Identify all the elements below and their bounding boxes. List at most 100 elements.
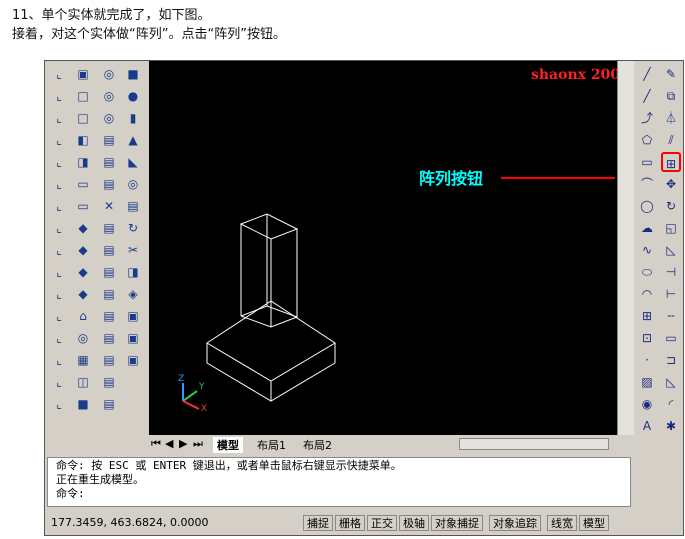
rectangle-icon[interactable]: ▭	[637, 152, 657, 172]
ucs-origin-icon[interactable]: ⌞	[49, 196, 69, 216]
ucs-apply-icon[interactable]: ⌞	[49, 328, 69, 348]
left-view-icon[interactable]: ◧	[73, 130, 93, 150]
tab-scroll-last[interactable]: ⏭	[193, 437, 203, 451]
polar-toggle[interactable]: 极轴	[399, 515, 429, 531]
imprint-icon[interactable]: ▤	[99, 306, 119, 326]
ortho-toggle[interactable]: 正交	[367, 515, 397, 531]
solid-cube-icon[interactable]: ■	[73, 394, 93, 414]
top-view-icon[interactable]: □	[73, 86, 93, 106]
section-icon[interactable]: ◨	[123, 262, 143, 282]
otrack-toggle[interactable]: 对象追踪	[489, 515, 541, 531]
torus-icon[interactable]: ◎	[123, 174, 143, 194]
bottom-view-icon[interactable]: □	[73, 108, 93, 128]
cylinder-icon[interactable]: ▮	[123, 108, 143, 128]
named-views-icon[interactable]: ▣	[73, 64, 93, 84]
copy-icon[interactable]: ⧉	[661, 86, 681, 106]
sw-iso-icon[interactable]: ◆	[73, 218, 93, 238]
tab-model[interactable]: 模型	[213, 437, 243, 453]
ucs-y-icon[interactable]: ⌞	[49, 284, 69, 304]
move-icon[interactable]: ✥	[661, 174, 681, 194]
hatch-icon[interactable]: ▨	[637, 372, 657, 392]
trim-icon[interactable]: ⊣	[661, 262, 681, 282]
camera-icon[interactable]: ⌂	[73, 306, 93, 326]
move-faces-icon[interactable]: ▤	[99, 152, 119, 172]
insert-block-icon[interactable]: ⊞	[637, 306, 657, 326]
chamfer-icon[interactable]: ◺	[661, 372, 681, 392]
rotate-faces-icon[interactable]: ▤	[99, 218, 119, 238]
revcloud-icon[interactable]: ☁	[637, 218, 657, 238]
spline-icon[interactable]: ∿	[637, 240, 657, 260]
ucs-extra-icon[interactable]: ⌞	[49, 394, 69, 414]
setup-profile-icon[interactable]: ▣	[123, 350, 143, 370]
tab-layout1[interactable]: 布局1	[253, 437, 290, 453]
mirror-icon[interactable]: ⏃	[661, 108, 681, 128]
color-faces-icon[interactable]: ▤	[99, 284, 119, 304]
array-icon[interactable]: ⊞	[661, 152, 681, 172]
mtext-icon[interactable]: A	[637, 416, 657, 436]
snap-toggle[interactable]: 捕捉	[303, 515, 333, 531]
subtract-icon[interactable]: ◎	[99, 86, 119, 106]
extrude-faces-icon[interactable]: ▤	[99, 130, 119, 150]
ucs-previous-icon[interactable]: ⌞	[49, 108, 69, 128]
horizontal-scrollbar[interactable]	[459, 438, 609, 450]
tab-scroll-first[interactable]: ⏮	[151, 437, 161, 451]
make-block-icon[interactable]: ⊡	[637, 328, 657, 348]
grid-toggle[interactable]: 栅格	[335, 515, 365, 531]
ellipse-icon[interactable]: ⬭	[637, 262, 657, 282]
ucs-world-icon[interactable]: ⌞	[49, 86, 69, 106]
slice-icon[interactable]: ✂	[123, 240, 143, 260]
command-window[interactable]: 命令: 按 ESC 或 ENTER 键退出，或者单击鼠标右键显示快捷菜单。 正在…	[47, 457, 631, 507]
delete-faces-icon[interactable]: ✕	[99, 196, 119, 216]
nw-iso-icon[interactable]: ◆	[73, 284, 93, 304]
ucs-x-icon[interactable]: ⌞	[49, 262, 69, 282]
ucs-zaxis-icon[interactable]: ⌞	[49, 218, 69, 238]
join-icon[interactable]: ⊐	[661, 350, 681, 370]
sphere-icon[interactable]: ●	[123, 86, 143, 106]
cone-icon[interactable]: ▲	[123, 130, 143, 150]
drawing-viewport[interactable]: shaonx 2009-9-13 Z Y X 阵列按钮	[149, 61, 671, 435]
setup-view-icon[interactable]: ▣	[123, 328, 143, 348]
setup-drawing-icon[interactable]: ▣	[123, 306, 143, 326]
ucs-named-icon[interactable]: ⌞	[49, 350, 69, 370]
erase-icon[interactable]: ✎	[661, 64, 681, 84]
command-prompt[interactable]: 命令:	[56, 487, 622, 501]
copy-faces-icon[interactable]: ▤	[99, 262, 119, 282]
tab-scroll-prev[interactable]: ◀	[165, 437, 173, 450]
offset-faces-icon[interactable]: ▤	[99, 174, 119, 194]
taper-faces-icon[interactable]: ▤	[99, 240, 119, 260]
tab-scroll-next[interactable]: ▶	[179, 437, 187, 450]
lineweight-toggle[interactable]: 线宽	[547, 515, 577, 531]
arc-icon[interactable]: ⌒	[637, 174, 657, 194]
ucs-preset-icon[interactable]: ⌞	[49, 372, 69, 392]
ucs-object-icon[interactable]: ⌞	[49, 152, 69, 172]
wireframe-cube-icon[interactable]: ◫	[73, 372, 93, 392]
break-point-icon[interactable]: ╌	[661, 306, 681, 326]
explode-icon[interactable]: ✱	[661, 416, 681, 436]
revolve-icon[interactable]: ↻	[123, 218, 143, 238]
break-icon[interactable]: ▭	[661, 328, 681, 348]
extend-icon[interactable]: ⊢	[661, 284, 681, 304]
right-view-icon[interactable]: ◨	[73, 152, 93, 172]
check-icon[interactable]: ▤	[99, 394, 119, 414]
region-icon[interactable]: ◉	[637, 394, 657, 414]
orbit-icon[interactable]: ◎	[73, 328, 93, 348]
shell-icon[interactable]: ▤	[99, 372, 119, 392]
clean-icon[interactable]: ▤	[99, 328, 119, 348]
circle-icon[interactable]: ◯	[637, 196, 657, 216]
ne-iso-icon[interactable]: ◆	[73, 262, 93, 282]
rotate-icon[interactable]: ↻	[661, 196, 681, 216]
union-icon[interactable]: ◎	[99, 64, 119, 84]
fillet-icon[interactable]: ◜	[661, 394, 681, 414]
xline-icon[interactable]: ╱	[637, 86, 657, 106]
line-icon[interactable]: ╱	[637, 64, 657, 84]
polygon-icon[interactable]: ⬠	[637, 130, 657, 150]
scale-icon[interactable]: ◱	[661, 218, 681, 238]
offset-icon[interactable]: ⫽	[661, 130, 681, 150]
osnap-toggle[interactable]: 对象捕捉	[431, 515, 483, 531]
back-view-icon[interactable]: ▭	[73, 196, 93, 216]
separate-icon[interactable]: ▤	[99, 350, 119, 370]
front-view-icon[interactable]: ▭	[73, 174, 93, 194]
ucs-face-icon[interactable]: ⌞	[49, 130, 69, 150]
ellipse-arc-icon[interactable]: ◠	[637, 284, 657, 304]
stretch-icon[interactable]: ◺	[661, 240, 681, 260]
